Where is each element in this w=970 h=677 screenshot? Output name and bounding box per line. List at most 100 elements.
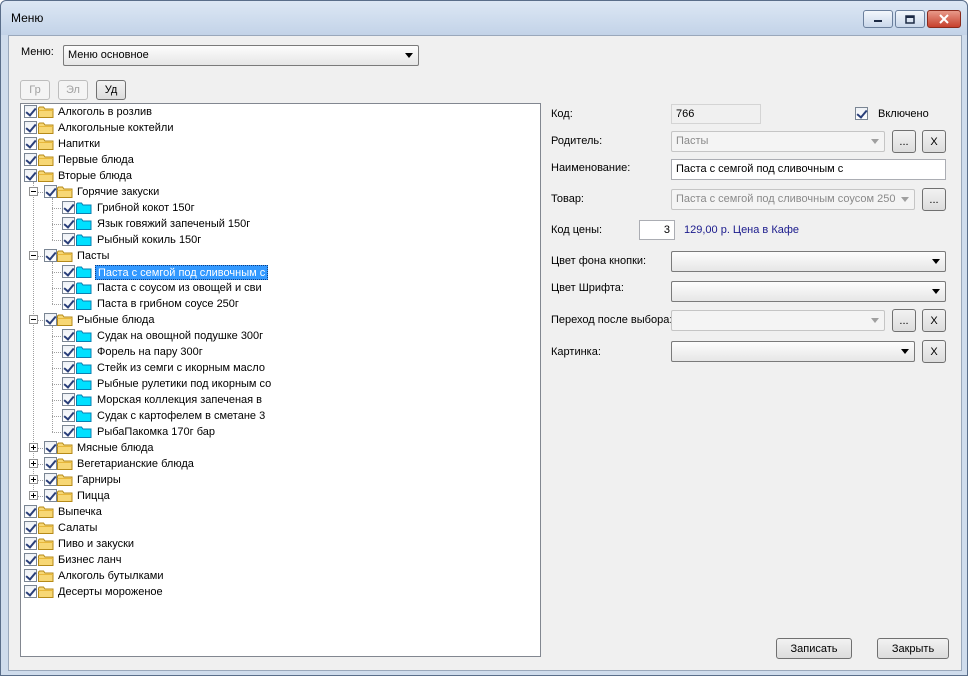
save-button[interactable]: Записать (776, 638, 852, 659)
tree-checkbox[interactable] (24, 521, 37, 534)
button-color-combo[interactable] (671, 251, 946, 272)
tree-item-node[interactable]: Судак на овощной подушке 300г (21, 328, 540, 344)
tree-node-label: Напитки (58, 138, 101, 150)
tree-item-node[interactable]: Рыбный кокиль 150г (21, 232, 540, 248)
collapse-icon[interactable] (29, 251, 38, 260)
tree-checkbox[interactable] (62, 297, 75, 310)
tree-item-node[interactable]: Паста в грибном соусе 250г (21, 296, 540, 312)
tree-checkbox[interactable] (62, 393, 75, 406)
expand-icon[interactable] (29, 491, 38, 500)
product-combo[interactable]: Паста с семгой под сливочным соусом 250 (671, 189, 915, 210)
tree-checkbox[interactable] (24, 153, 37, 166)
tree-folder-node[interactable]: Пиво и закуски (21, 536, 540, 552)
tree-item-node[interactable]: Паста с соусом из овощей и сви (21, 280, 540, 296)
product-browse-button[interactable]: ... (922, 188, 946, 211)
tree-folder-node[interactable]: Алкоголь бутылками (21, 568, 540, 584)
tree-folder-node[interactable]: Алкоголь в розлив (21, 104, 540, 120)
tree-checkbox[interactable] (44, 457, 57, 470)
tree-checkbox[interactable] (62, 329, 75, 342)
tree-folder-node[interactable]: Алкогольные коктейли (21, 120, 540, 136)
menu-tree[interactable]: Алкоголь в розлив Алкогольные коктейли Нап… (20, 103, 541, 657)
tree-checkbox[interactable] (62, 201, 75, 214)
tree-folder-node[interactable]: Рыбные блюда (21, 312, 540, 328)
expand-icon[interactable] (29, 443, 38, 452)
tree-checkbox[interactable] (24, 137, 37, 150)
tree-checkbox[interactable] (24, 569, 37, 582)
tree-item-node[interactable]: Стейк из семги с икорным масло (21, 360, 540, 376)
tree-checkbox[interactable] (62, 425, 75, 438)
tree-checkbox[interactable] (24, 505, 37, 518)
title-bar[interactable]: Меню (1, 1, 967, 35)
picture-combo[interactable] (671, 341, 915, 362)
tree-folder-node[interactable]: Горячие закуски (21, 184, 540, 200)
parent-browse-button[interactable]: ... (892, 130, 916, 153)
tree-checkbox[interactable] (44, 313, 57, 326)
price-code-field[interactable]: 3 (639, 220, 675, 240)
picture-clear-button[interactable]: X (922, 340, 946, 363)
tree-item-node[interactable]: Судак с картофелем в сметане 3 (21, 408, 540, 424)
menu-combo[interactable]: Меню основное (63, 45, 419, 66)
tree-folder-node[interactable]: Десерты мороженое (21, 584, 540, 600)
tree-checkbox[interactable] (24, 121, 37, 134)
folder-icon (38, 522, 54, 534)
price-info: 129,00 р. Цена в Кафе (684, 224, 800, 236)
parent-clear-button[interactable]: X (922, 130, 946, 153)
delete-button[interactable]: Уд (96, 80, 126, 100)
tree-checkbox[interactable] (24, 105, 37, 118)
tree-checkbox[interactable] (44, 185, 57, 198)
tree-checkbox[interactable] (24, 585, 37, 598)
tree-folder-node[interactable]: Мясные блюда (21, 440, 540, 456)
tree-folder-node[interactable]: Вторые блюда (21, 168, 540, 184)
tree-node-label: Выпечка (58, 506, 102, 518)
close-window-button[interactable] (927, 10, 961, 28)
tree-item-node[interactable]: РыбаПакомка 170г бар (21, 424, 540, 440)
tree-item-node[interactable]: Рыбные рулетики под икорным со (21, 376, 540, 392)
tree-checkbox[interactable] (44, 473, 57, 486)
collapse-icon[interactable] (29, 315, 38, 324)
tree-checkbox[interactable] (44, 441, 57, 454)
tree-checkbox[interactable] (24, 537, 37, 550)
tree-checkbox[interactable] (44, 489, 57, 502)
add-element-button[interactable]: Эл (58, 80, 88, 100)
tree-folder-node[interactable]: Вегетарианские блюда (21, 456, 540, 472)
tree-checkbox[interactable] (62, 377, 75, 390)
tree-item-node[interactable]: Форель на пару 300г (21, 344, 540, 360)
tree-folder-node[interactable]: Салаты (21, 520, 540, 536)
tree-checkbox[interactable] (62, 217, 75, 230)
tree-item-node[interactable]: Грибной кокот 150г (21, 200, 540, 216)
add-group-button[interactable]: Гр (20, 80, 50, 100)
tree-checkbox[interactable] (62, 361, 75, 374)
tree-checkbox[interactable] (62, 281, 75, 294)
tree-folder-node[interactable]: Гарниры (21, 472, 540, 488)
tree-item-node[interactable]: Паста с семгой под сливочным с (21, 264, 540, 280)
parent-combo[interactable]: Пасты (671, 131, 885, 152)
after-select-combo[interactable] (671, 310, 885, 331)
expand-icon[interactable] (29, 459, 38, 468)
tree-folder-node[interactable]: Пицца (21, 488, 540, 504)
tree-checkbox[interactable] (24, 169, 37, 182)
maximize-button[interactable] (895, 10, 925, 28)
close-button[interactable]: Закрыть (877, 638, 949, 659)
collapse-icon[interactable] (29, 187, 38, 196)
tree-checkbox[interactable] (24, 553, 37, 566)
tree-folder-node[interactable]: Пасты (21, 248, 540, 264)
tree-checkbox[interactable] (44, 249, 57, 262)
tree-checkbox[interactable] (62, 233, 75, 246)
name-field[interactable]: Паста с семгой под сливочным с (671, 159, 946, 180)
tree-item-node[interactable]: Язык говяжий запеченый 150г (21, 216, 540, 232)
tree-item-node[interactable]: Морская коллекция запеченая в (21, 392, 540, 408)
enabled-checkbox[interactable] (855, 107, 868, 120)
tree-folder-node[interactable]: Бизнес ланч (21, 552, 540, 568)
minimize-button[interactable] (863, 10, 893, 28)
tree-folder-node[interactable]: Первые блюда (21, 152, 540, 168)
expand-icon[interactable] (29, 475, 38, 484)
font-color-combo[interactable] (671, 281, 946, 302)
tree-node-label: Паста с соусом из овощей и сви (97, 282, 262, 294)
tree-checkbox[interactable] (62, 409, 75, 422)
after-select-browse-button[interactable]: ... (892, 309, 916, 332)
tree-checkbox[interactable] (62, 345, 75, 358)
after-select-clear-button[interactable]: X (922, 309, 946, 332)
tree-checkbox[interactable] (62, 265, 75, 278)
tree-folder-node[interactable]: Напитки (21, 136, 540, 152)
tree-folder-node[interactable]: Выпечка (21, 504, 540, 520)
